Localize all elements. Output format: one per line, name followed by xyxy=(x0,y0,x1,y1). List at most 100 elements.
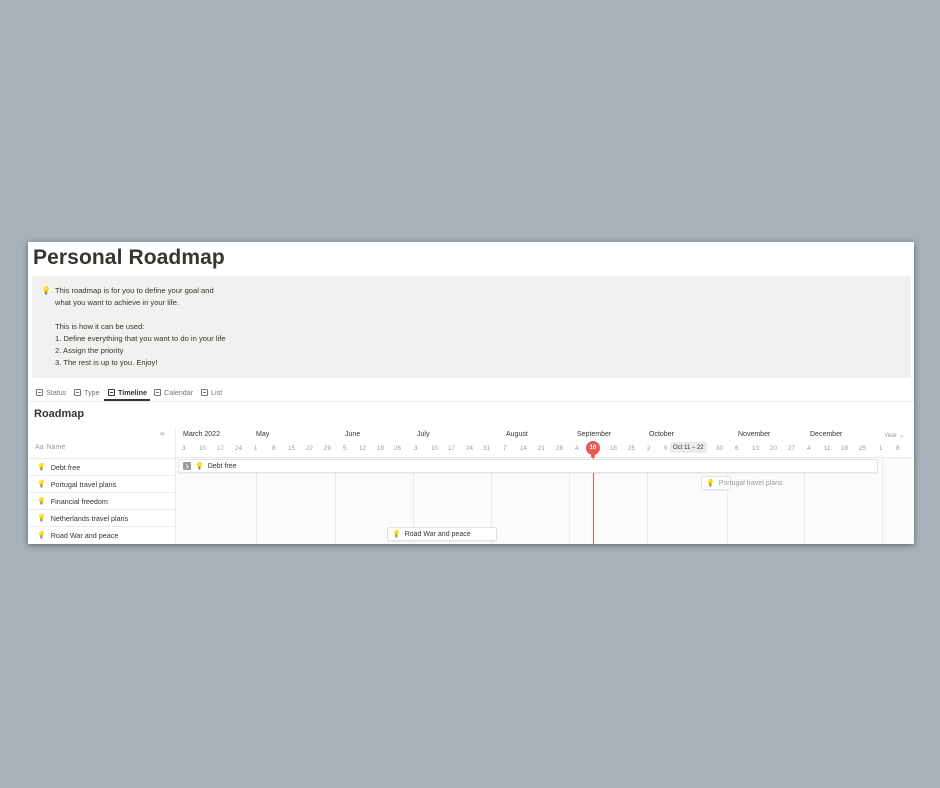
day-label: 14 xyxy=(520,445,527,452)
timeline-table-sidebar: « Aa Name 💡 Debt free 💡 Portugal travel … xyxy=(28,428,176,544)
day-label: 31 xyxy=(483,445,490,452)
lightbulb-icon: 💡 xyxy=(37,481,46,488)
lightbulb-icon: 💡 xyxy=(392,531,401,538)
day-label: 3 xyxy=(182,445,186,452)
month-label: May xyxy=(256,431,270,438)
day-label: 4 xyxy=(807,445,811,452)
day-label: 9 xyxy=(664,445,668,452)
day-label: 28 xyxy=(556,445,563,452)
month-label: December xyxy=(810,431,843,438)
lightbulb-icon: 💡 xyxy=(37,464,46,471)
chevron-down-icon: ⌄ xyxy=(898,432,905,439)
day-label: 6 xyxy=(735,445,739,452)
tab-label: Type xyxy=(84,387,100,397)
callout-line: 1. Define everything that you want to do… xyxy=(55,334,226,343)
day-label: 8 xyxy=(896,445,900,452)
day-label: 25 xyxy=(859,445,866,452)
board-icon xyxy=(74,388,81,396)
table-row[interactable]: 💡 Debt free xyxy=(28,458,176,475)
lightbulb-icon: 💡 xyxy=(37,532,46,539)
active-tab-indicator xyxy=(104,399,150,401)
day-label: 24 xyxy=(466,445,473,452)
lightbulb-icon: 💡 xyxy=(37,498,46,505)
table-row[interactable]: 💡 Road War and peace xyxy=(28,526,176,543)
day-label: 7 xyxy=(503,445,507,452)
day-label: 11 xyxy=(824,445,831,452)
day-label: 25 xyxy=(628,445,635,452)
day-label: 21 xyxy=(538,445,545,452)
tab-calendar[interactable]: Calendar xyxy=(154,386,193,398)
zoom-label: Year xyxy=(884,432,898,439)
column-label: Name xyxy=(46,444,66,451)
lightbulb-icon: 💡 xyxy=(41,286,51,295)
day-label: 20 xyxy=(770,445,777,452)
day-label: 13 xyxy=(752,445,759,452)
day-label: 10 xyxy=(199,445,206,452)
text-icon: Aa xyxy=(35,444,44,451)
view-title: Roadmap xyxy=(34,408,85,420)
day-label: 18 xyxy=(841,445,848,452)
timeline-bar[interactable]: 💡 Portugal travel plans xyxy=(701,476,783,490)
table-row[interactable]: 💡 Financial freedom xyxy=(28,492,176,509)
row-name: Netherlands travel plans xyxy=(50,513,129,523)
timeline-bar[interactable]: 💡 Debt free xyxy=(178,459,878,473)
expand-icon[interactable] xyxy=(183,462,191,470)
tab-label: Status xyxy=(46,387,67,397)
callout-line: what you want to achieve in your life. xyxy=(55,298,180,307)
month-label: March 2022 xyxy=(183,431,220,438)
table-row[interactable]: 💡 Portugal travel plans xyxy=(28,475,176,492)
tab-status[interactable]: Status xyxy=(36,386,66,398)
list-icon xyxy=(201,388,208,396)
tab-label: List xyxy=(211,387,223,397)
timeline-icon xyxy=(108,388,115,396)
callout-block[interactable]: 💡 This roadmap is for you to define your… xyxy=(32,276,911,378)
day-label: 22 xyxy=(306,445,313,452)
bar-label: Portugal travel plans xyxy=(718,479,783,487)
lightbulb-icon: 💡 xyxy=(706,480,715,487)
board-icon xyxy=(36,388,43,396)
day-label: 26 xyxy=(394,445,401,452)
callout-line: 2. Assign the priority xyxy=(55,346,124,355)
month-label: November xyxy=(738,431,771,438)
zoom-select[interactable]: Year ⌄ xyxy=(884,431,904,439)
row-name: Portugal travel plans xyxy=(50,479,117,489)
tab-type[interactable]: Type xyxy=(74,386,100,398)
callout-line: This is how it can be used: xyxy=(55,322,145,331)
day-label: 12 xyxy=(359,445,366,452)
month-divider xyxy=(882,457,883,544)
double-chevron-left-icon[interactable]: « xyxy=(160,428,165,438)
day-label: 30 xyxy=(716,445,723,452)
page-title: Personal Roadmap xyxy=(33,246,225,269)
month-label: July xyxy=(417,431,430,438)
row-name: Financial freedom xyxy=(50,496,108,506)
tab-list[interactable]: List xyxy=(201,386,222,398)
tab-timeline[interactable]: Timeline xyxy=(108,386,147,398)
name-column-header[interactable]: Aa Name xyxy=(35,444,65,451)
calendar-icon xyxy=(154,388,161,396)
date-range-label: Oct 11 – 22 xyxy=(670,442,707,453)
day-label: 17 xyxy=(448,445,455,452)
day-label: 1 xyxy=(254,445,258,452)
day-label: 1 xyxy=(879,445,883,452)
bar-label: Road War and peace xyxy=(404,530,471,538)
callout-line: 3. The rest is up to you. Enjoy! xyxy=(55,358,158,367)
timeline-grid[interactable]: March 2022 May June July August Septembe… xyxy=(176,428,914,544)
day-label: 10 xyxy=(431,445,438,452)
day-label: 2 xyxy=(647,445,651,452)
timeline-bar[interactable]: 💡 Road War and peace xyxy=(387,527,497,541)
today-marker: 10 xyxy=(586,441,600,455)
lightbulb-icon: 💡 xyxy=(37,515,46,522)
day-label: 4 xyxy=(575,445,579,452)
month-label: August xyxy=(506,431,528,438)
day-label: 5 xyxy=(343,445,347,452)
table-row[interactable]: 💡 Netherlands travel plans xyxy=(28,509,176,526)
bar-label: Debt free xyxy=(207,462,237,470)
tab-label: Calendar xyxy=(164,387,194,397)
month-label: October xyxy=(649,431,674,438)
tab-label: Timeline xyxy=(118,387,148,397)
row-name: Debt free xyxy=(50,462,81,472)
notion-window: Personal Roadmap 💡 This roadmap is for y… xyxy=(28,242,914,544)
day-label: 8 xyxy=(272,445,276,452)
day-label: 15 xyxy=(288,445,295,452)
lightbulb-icon: 💡 xyxy=(195,463,204,470)
